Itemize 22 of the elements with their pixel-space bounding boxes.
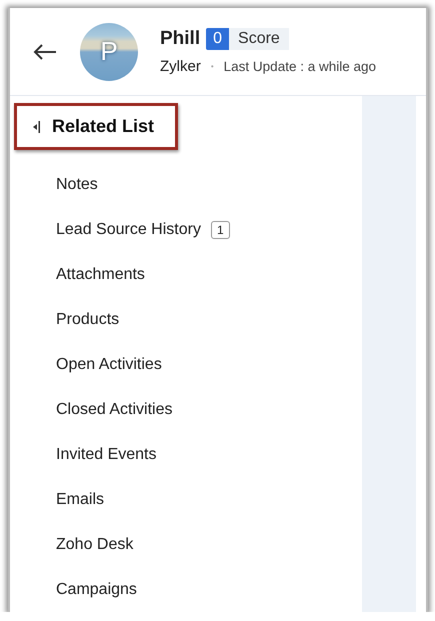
related-list-item[interactable]: Notes (10, 162, 362, 207)
company-name: Zylker (160, 58, 201, 75)
back-button[interactable] (32, 42, 58, 62)
related-list-item[interactable]: Lead Source History 1 (10, 207, 362, 252)
related-list-item[interactable]: Attachments (10, 252, 362, 297)
related-list-item[interactable]: Emails (10, 477, 362, 522)
collapse-icon (33, 120, 40, 134)
related-list-item[interactable]: Campaigns (10, 567, 362, 612)
score-label: Score (229, 28, 289, 50)
last-update-text: Last Update : a while ago (224, 59, 376, 74)
back-arrow-icon (33, 44, 57, 60)
related-list-item[interactable]: Closed Activities (10, 387, 362, 432)
related-list-item[interactable]: Invited Events (10, 432, 362, 477)
contact-name: Phill (160, 28, 200, 50)
related-list-item[interactable]: Open Activities (10, 342, 362, 387)
score-value: 0 (206, 28, 230, 50)
related-list-item[interactable]: Products (10, 297, 362, 342)
related-list-item[interactable]: Zoho Desk (10, 522, 362, 567)
related-list-title: Related List (52, 116, 154, 137)
related-list-header[interactable]: Related List (14, 103, 178, 150)
count-badge: 1 (210, 220, 230, 238)
separator-dot: • (210, 62, 214, 71)
